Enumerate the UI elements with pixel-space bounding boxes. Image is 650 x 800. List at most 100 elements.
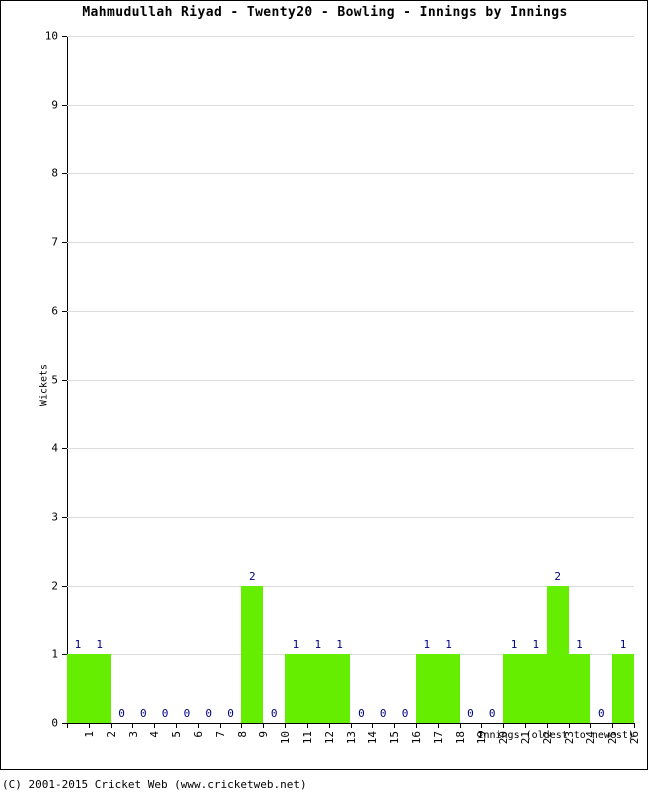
bar[interactable] xyxy=(88,654,111,723)
x-tick-mark xyxy=(524,723,526,728)
x-tick-mark xyxy=(328,723,330,728)
bar-slot[interactable]: 0 xyxy=(481,36,503,723)
bar[interactable] xyxy=(415,654,438,723)
bar[interactable] xyxy=(524,654,547,723)
bar-value-label: 0 xyxy=(118,707,125,720)
bar-value-label: 0 xyxy=(140,707,147,720)
footer-copyright: (C) 2001-2015 Cricket Web (www.cricketwe… xyxy=(2,778,307,791)
plot-area: 0 1 2 3 4 5 6 7 8 9 10 11000000201110001100112101 … xyxy=(45,30,641,745)
bar-value-label: 0 xyxy=(379,707,387,720)
x-tick-mark xyxy=(241,723,243,728)
bar-value-label: 1 xyxy=(74,638,82,652)
bar-slot[interactable]: 1 xyxy=(524,36,547,723)
bar-slot[interactable]: 0 xyxy=(263,36,285,723)
bar-slot[interactable]: 1 xyxy=(415,36,438,723)
y-tick-label: 1 xyxy=(51,647,58,661)
bar-slot[interactable]: 1 xyxy=(285,36,307,723)
bar[interactable] xyxy=(437,654,460,723)
y-tick-label: 6 xyxy=(51,304,58,318)
x-tick-mark xyxy=(350,723,352,728)
bar-slot[interactable]: 1 xyxy=(612,36,634,723)
bar-slot[interactable]: 2 xyxy=(546,36,569,723)
bar[interactable] xyxy=(67,654,89,723)
x-tick-mark xyxy=(219,723,221,728)
bar[interactable] xyxy=(546,585,569,723)
bar-value-label: 0 xyxy=(401,707,409,720)
x-tick-mark xyxy=(154,723,156,728)
x-axis-label: Innings (oldest to newest) xyxy=(477,730,634,741)
x-tick-mark xyxy=(263,723,265,728)
bar-value-label: 2 xyxy=(249,569,256,583)
bar-value-label: 1 xyxy=(445,638,452,652)
x-tick-mark xyxy=(110,723,112,728)
bar-slot[interactable]: 1 xyxy=(328,36,351,723)
bar-value-label: 0 xyxy=(467,707,474,720)
bar-value-label: 1 xyxy=(619,638,627,652)
bar-slot[interactable]: 0 xyxy=(351,36,373,723)
x-tick-mark xyxy=(437,723,439,728)
y-tick-label: 7 xyxy=(51,235,58,249)
x-tick-mark xyxy=(132,723,134,728)
bar-slot[interactable]: 0 xyxy=(460,36,482,723)
bar-value-label: 1 xyxy=(576,638,583,652)
chart-window: Mahmudullah Riyad - Twenty20 - Bowling -… xyxy=(0,0,648,770)
bar-slot[interactable]: 1 xyxy=(67,36,89,723)
bar[interactable] xyxy=(503,654,525,723)
bar-value-label: 0 xyxy=(227,707,234,720)
bar-slot[interactable]: 1 xyxy=(437,36,460,723)
bar-value-label: 1 xyxy=(423,638,431,652)
bar-slot[interactable]: 1 xyxy=(88,36,111,723)
bar[interactable] xyxy=(306,654,329,723)
bar-slot[interactable]: 1 xyxy=(306,36,329,723)
x-tick-mark xyxy=(306,723,308,728)
x-tick-mark xyxy=(197,723,199,728)
bar-slot[interactable]: 2 xyxy=(241,36,264,723)
y-axis-label: Wickets xyxy=(38,363,50,407)
bar-slot[interactable]: 0 xyxy=(176,36,198,723)
y-tick-label: 0 xyxy=(51,716,58,730)
bar-value-label: 0 xyxy=(358,707,365,720)
bar-value-label: 1 xyxy=(510,638,518,652)
bar-value-label: 1 xyxy=(532,638,540,652)
x-tick-mark xyxy=(590,723,592,728)
x-tick-mark xyxy=(612,723,614,728)
x-tick-mark xyxy=(394,723,396,728)
bar-value-label: 0 xyxy=(488,707,496,720)
bar-slot[interactable]: 0 xyxy=(198,36,220,723)
bar-slot[interactable]: 1 xyxy=(503,36,525,723)
x-tick-mark xyxy=(372,723,374,728)
bar[interactable] xyxy=(328,654,351,723)
x-tick-mark xyxy=(88,723,90,728)
chart-title: Mahmudullah Riyad - Twenty20 - Bowling -… xyxy=(82,5,568,20)
bar-value-label: 0 xyxy=(597,707,605,720)
bar-slot[interactable]: 1 xyxy=(568,36,591,723)
bar[interactable] xyxy=(241,585,264,723)
bar[interactable] xyxy=(285,654,307,723)
y-tick-label: 9 xyxy=(51,98,58,112)
y-tick-label: 3 xyxy=(51,510,58,524)
bar-slot[interactable]: 0 xyxy=(111,36,133,723)
bar-value-label: 2 xyxy=(554,569,561,583)
bar-value-label: 1 xyxy=(336,638,343,652)
bar-slot[interactable]: 0 xyxy=(132,36,154,723)
y-tick-label: 5 xyxy=(51,373,58,386)
bar-slot[interactable]: 0 xyxy=(590,36,612,723)
bar-slot[interactable]: 0 xyxy=(372,36,394,723)
bar[interactable] xyxy=(612,654,634,723)
bar[interactable] xyxy=(568,654,591,723)
bar-value-label: 1 xyxy=(314,638,322,652)
bar-slot[interactable]: 0 xyxy=(394,36,416,723)
y-tick-label: 4 xyxy=(51,441,58,455)
x-tick-mark xyxy=(285,723,287,728)
x-tick-mark xyxy=(546,723,548,728)
x-tick-mark xyxy=(176,723,178,728)
bar-value-label: 1 xyxy=(292,638,300,652)
x-tick-mark xyxy=(634,723,635,728)
bar-slot[interactable]: 0 xyxy=(220,36,242,723)
y-tick-label: 8 xyxy=(51,166,58,180)
y-tick-label: 2 xyxy=(51,579,58,593)
bar-value-label: 1 xyxy=(96,638,103,652)
y-tick-label: 10 xyxy=(44,29,58,43)
bar-slot[interactable]: 0 xyxy=(154,36,176,723)
bar-value-label: 0 xyxy=(205,707,213,720)
